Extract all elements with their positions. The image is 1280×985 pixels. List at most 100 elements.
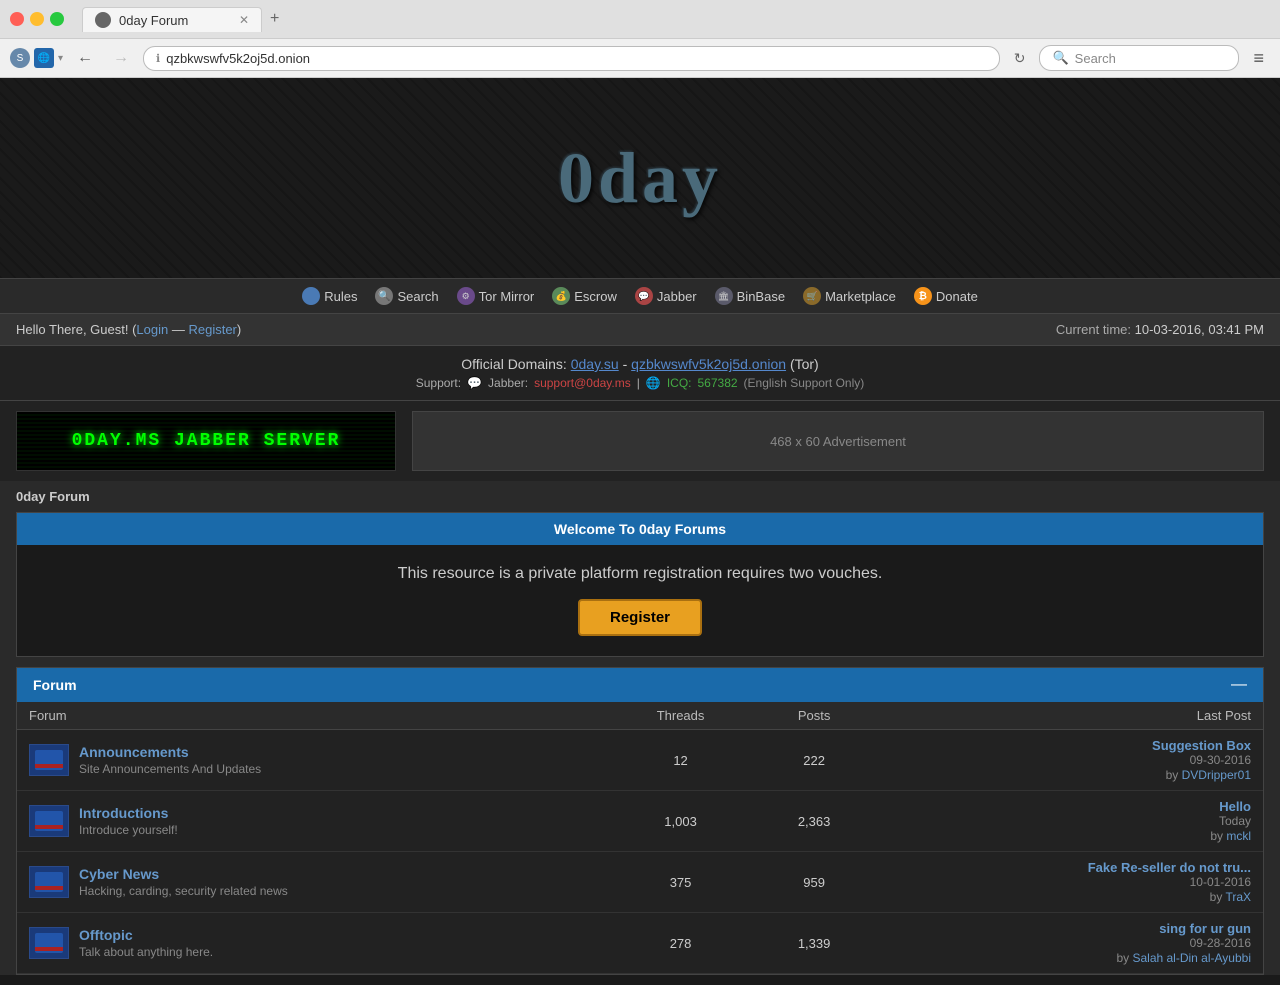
search-bar[interactable]: 🔍 Search (1039, 45, 1239, 71)
extension-icon-2[interactable]: 🌐 (34, 48, 54, 68)
banner-area: 0DAY.MS JABBER SERVER 468 x 60 Advertise… (0, 401, 1280, 481)
last-post-title-3[interactable]: sing for ur gun (885, 921, 1251, 936)
register-button[interactable]: Register (578, 599, 702, 636)
forward-button[interactable]: → (107, 47, 135, 69)
tor-domain[interactable]: qzbkwswfv5k2oj5d.onion (631, 356, 786, 372)
welcome-text: This resource is a private platform regi… (33, 565, 1247, 583)
clearnet-domain[interactable]: 0day.su (571, 356, 619, 372)
browser-menu-button[interactable]: ≡ (1247, 46, 1270, 71)
domains-dash: - (623, 356, 628, 372)
breadcrumb-text: 0day Forum (16, 489, 90, 504)
forum-collapse-button[interactable]: — (1231, 676, 1247, 694)
nav-marketplace[interactable]: 🛒 Marketplace (797, 285, 902, 307)
col-threads: Threads (606, 702, 755, 730)
forum-threads-1: 1,003 (606, 791, 755, 852)
forum-desc-0: Site Announcements And Updates (79, 762, 261, 776)
last-post-date-2: 10-01-2016 (885, 875, 1251, 889)
jabber-address[interactable]: support@0day.ms (534, 376, 631, 390)
nav-tor-mirror[interactable]: ⚙ Tor Mirror (451, 285, 541, 307)
site-body: Hello There, Guest! (Login — Register) C… (0, 314, 1280, 975)
welcome-box: Welcome To 0day Forums This resource is … (16, 512, 1264, 657)
current-time: Current time: 10-03-2016, 03:41 PM (1056, 322, 1264, 337)
col-lastpost: Last Post (873, 702, 1263, 730)
icq-icon-small: 🌐 (646, 376, 661, 390)
table-row: Introductions Introduce yourself! 1,003 … (17, 791, 1263, 852)
forum-row-left-2: Cyber News Hacking, carding, security re… (29, 866, 594, 898)
breadcrumb: 0day Forum (0, 481, 1280, 512)
nav-marketplace-label: Marketplace (825, 289, 896, 304)
forum-name-1[interactable]: Introductions (79, 805, 178, 821)
site-logo: 0day (558, 137, 722, 220)
back-button[interactable]: ← (71, 47, 99, 69)
active-tab[interactable]: 0day Forum ✕ (82, 7, 262, 32)
forum-icon-1 (29, 805, 69, 837)
ad-banner[interactable]: 468 x 60 Advertisement (412, 411, 1264, 471)
address-bar[interactable]: ℹ qzbkwswfv5k2oj5d.onion (143, 46, 1000, 71)
welcome-body: This resource is a private platform regi… (17, 545, 1263, 656)
jabber-banner[interactable]: 0DAY.MS JABBER SERVER (16, 411, 396, 471)
last-post-user-2[interactable]: TraX (1225, 890, 1251, 904)
minimize-traffic-light[interactable] (30, 12, 44, 26)
last-post-title-2[interactable]: Fake Re-seller do not tru... (885, 860, 1251, 875)
forum-name-3[interactable]: Offtopic (79, 927, 213, 943)
reload-button[interactable]: ↻ (1008, 48, 1032, 69)
forum-row-left-0: Announcements Site Announcements And Upd… (29, 744, 594, 776)
welcome-header: Welcome To 0day Forums (17, 513, 1263, 545)
forum-name-2[interactable]: Cyber News (79, 866, 288, 882)
forum-icon-0 (29, 744, 69, 776)
last-post-user-1[interactable]: mckl (1226, 829, 1251, 843)
domains-bar: Official Domains: 0day.su - qzbkwswfv5k2… (0, 346, 1280, 401)
nav-tor-label: Tor Mirror (479, 289, 535, 304)
forum-lastpost-3: sing for ur gun 09-28-2016 by Salah al-D… (873, 913, 1263, 974)
closing: ) (237, 322, 241, 337)
jabber-banner-text: 0DAY.MS JABBER SERVER (72, 431, 341, 451)
last-post-user-0[interactable]: DVDripper01 (1182, 768, 1251, 782)
forum-icon-card-2 (35, 872, 63, 892)
english-note: (English Support Only) (744, 376, 865, 390)
traffic-lights (10, 12, 64, 26)
search-nav-icon: 🔍 (375, 287, 393, 305)
last-post-title-1[interactable]: Hello (885, 799, 1251, 814)
login-link[interactable]: Login (136, 322, 168, 337)
nav-binbase[interactable]: 🏛 BinBase (709, 285, 791, 307)
browser-titlebar: 0day Forum ✕ + (0, 0, 1280, 38)
nav-search-label: Search (397, 289, 438, 304)
last-post-user-3[interactable]: Salah al-Din al-Ayubbi (1132, 951, 1251, 965)
forum-cell-3: Offtopic Talk about anything here. (17, 913, 606, 974)
ext-dropdown[interactable]: ▾ (58, 53, 63, 64)
binbase-icon: 🏛 (715, 287, 733, 305)
lock-icon: ℹ (156, 52, 160, 65)
forum-info-1: Introductions Introduce yourself! (79, 805, 178, 837)
nav-donate-label: Donate (936, 289, 978, 304)
last-post-date-0: 09-30-2016 (885, 753, 1251, 767)
close-traffic-light[interactable] (10, 12, 24, 26)
forum-posts-3: 1,339 (755, 913, 873, 974)
domains-title: Official Domains: 0day.su - qzbkwswfv5k2… (16, 356, 1264, 372)
search-placeholder: Search (1075, 51, 1116, 66)
url-text: qzbkwswfv5k2oj5d.onion (166, 51, 987, 66)
register-link[interactable]: Register (188, 322, 236, 337)
escrow-icon: 💰 (552, 287, 570, 305)
nav-escrow[interactable]: 💰 Escrow (546, 285, 623, 307)
forum-section: Forum — Forum Threads Posts Last Post (16, 667, 1264, 975)
nav-donate[interactable]: ₿ Donate (908, 285, 984, 307)
nav-jabber[interactable]: 💬 Jabber (629, 285, 703, 307)
forum-desc-3: Talk about anything here. (79, 945, 213, 959)
tab-title: 0day Forum (119, 13, 188, 28)
nav-search[interactable]: 🔍 Search (369, 285, 444, 307)
nav-escrow-label: Escrow (574, 289, 617, 304)
forum-name-0[interactable]: Announcements (79, 744, 261, 760)
nav-rules[interactable]: Rules (296, 285, 363, 307)
support-label: Support: (416, 376, 461, 390)
forum-threads-3: 278 (606, 913, 755, 974)
jabber-label: Jabber: (488, 376, 528, 390)
extension-icon-1[interactable]: S (10, 48, 30, 68)
new-tab-button[interactable]: + (262, 6, 287, 32)
maximize-traffic-light[interactable] (50, 12, 64, 26)
last-post-title-0[interactable]: Suggestion Box (885, 738, 1251, 753)
support-separator: | (637, 376, 640, 390)
forum-table-header: Forum Threads Posts Last Post (17, 702, 1263, 730)
forum-info-3: Offtopic Talk about anything here. (79, 927, 213, 959)
tab-close-button[interactable]: ✕ (239, 13, 249, 27)
welcome-title: Welcome To 0day Forums (554, 521, 726, 537)
